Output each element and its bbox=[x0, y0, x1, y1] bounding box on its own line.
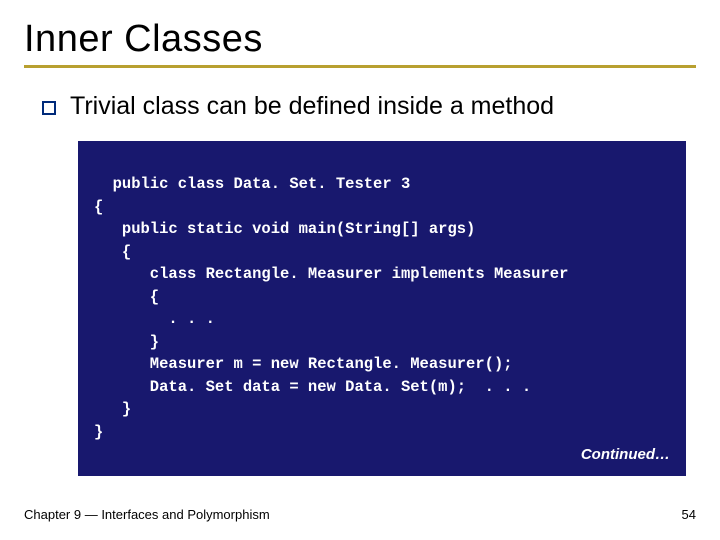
footer-page-number: 54 bbox=[682, 507, 696, 522]
footer-chapter: Chapter 9 — Interfaces and Polymorphism bbox=[24, 507, 270, 522]
continued-label: Continued… bbox=[581, 444, 670, 466]
title-divider bbox=[24, 65, 696, 68]
square-bullet-icon bbox=[42, 101, 56, 115]
code-block: public class Data. Set. Tester 3 { publi… bbox=[78, 141, 686, 476]
code-content: public class Data. Set. Tester 3 { publi… bbox=[94, 175, 568, 440]
footer: Chapter 9 — Interfaces and Polymorphism … bbox=[24, 507, 696, 522]
slide-title: Inner Classes bbox=[24, 18, 696, 61]
bullet-item: Trivial class can be defined inside a me… bbox=[42, 92, 696, 121]
bullet-text: Trivial class can be defined inside a me… bbox=[70, 92, 554, 121]
